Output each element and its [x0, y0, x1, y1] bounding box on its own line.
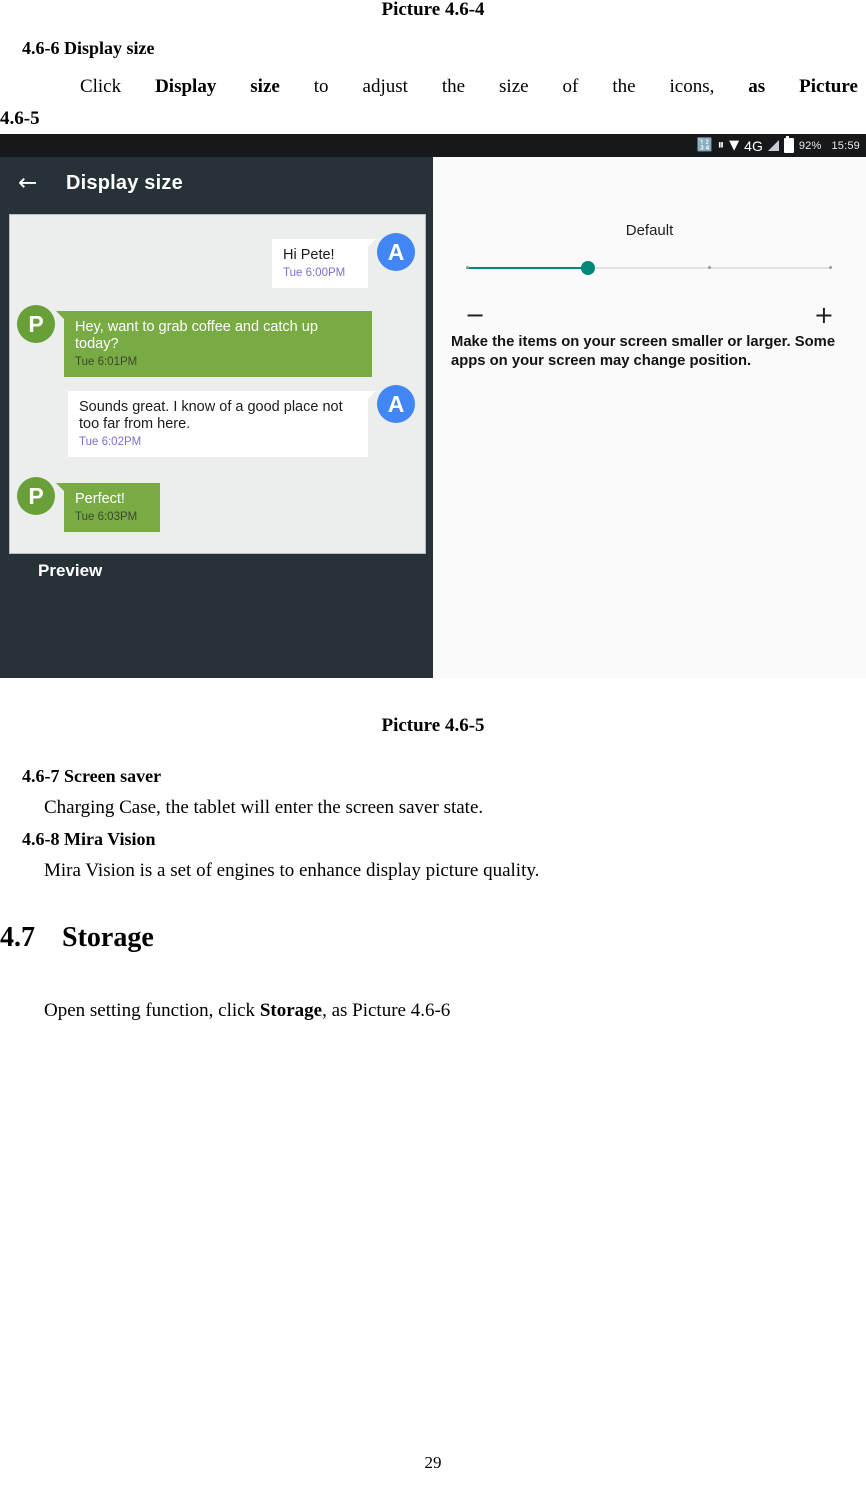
paragraph-storage: Open setting function, click Storage, as…	[0, 996, 866, 1026]
bubble-tail-icon	[367, 391, 376, 400]
slider-tick-3[interactable]	[829, 266, 832, 269]
chat-timestamp: Tue 6:03PM	[75, 511, 138, 523]
word-icons: icons,	[669, 76, 715, 97]
size-value-label: Default	[625, 222, 674, 239]
preview-panel: Hi Pete! Tue 6:00PM A P Hey, want to gra…	[0, 209, 433, 678]
word-the-1: the	[441, 76, 466, 97]
status-bar: 🔢 ⏸ ▼ 4G 92% 15:59	[0, 134, 866, 157]
word-display: Display	[155, 76, 217, 97]
preview-label: Preview	[38, 561, 103, 580]
heading-4-6-6: 4.6-6 Display size	[22, 38, 155, 58]
vibrate-icon: ⏸	[717, 138, 725, 153]
chat-message-text: Sounds great. I know of a good place not…	[79, 399, 343, 432]
slider-thumb[interactable]	[581, 261, 595, 275]
bubble-tail-icon	[56, 311, 65, 320]
storage-text-post: , as Picture 4.6-6	[322, 1000, 451, 1021]
figure-caption-top: Picture 4.6-4	[381, 0, 485, 20]
bubble-tail-icon	[367, 239, 376, 248]
chat-row-1: Hi Pete! Tue 6:00PM A	[272, 233, 415, 288]
battery-icon	[783, 136, 794, 153]
storage-text-pre: Open setting function, click	[44, 1000, 260, 1021]
chat-message-text: Perfect!	[75, 491, 125, 507]
paragraph-mira-vision: Mira Vision is a set of engines to enhan…	[44, 860, 540, 881]
chat-row-3: Sounds great. I know of a good place not…	[68, 385, 415, 457]
paragraph-display-size-line1: Click Display size to adjust the size of…	[0, 70, 858, 104]
word-click: Click	[79, 76, 122, 97]
back-arrow-icon[interactable]: ←	[18, 171, 52, 195]
avatar-initial: P	[28, 310, 44, 337]
paragraph-display-size-line2: 4.6-5	[0, 108, 40, 129]
decrease-size-button[interactable]: −	[465, 303, 485, 327]
settings-description: Make the items on your screen smaller or…	[451, 334, 836, 369]
chat-timestamp: Tue 6:00PM	[283, 267, 346, 279]
word-the-2: the	[612, 76, 636, 97]
word-adjust: adjust	[362, 76, 408, 97]
chat-bubble-2: Hey, want to grab coffee and catch up to…	[56, 311, 372, 377]
toolbar-right-filler	[433, 157, 866, 209]
storage-text-bold: Storage	[259, 1000, 323, 1021]
chat-timestamp: Tue 6:01PM	[75, 356, 138, 368]
avatar: A	[377, 385, 415, 423]
slider-fill	[466, 267, 588, 269]
word-size-2: size	[499, 76, 529, 97]
display-size-settings-panel: Default − + Make the items on your scree…	[433, 209, 866, 678]
increase-size-button[interactable]: +	[814, 303, 834, 327]
figure-caption-bottom: Picture 4.6-5	[381, 715, 485, 736]
page-title: Display size	[66, 171, 183, 194]
chat-preview-area: Hi Pete! Tue 6:00PM A P Hey, want to gra…	[9, 214, 426, 554]
word-of: of	[562, 76, 579, 97]
avatar-initial: P	[28, 482, 44, 509]
bubble-tail-icon	[56, 483, 65, 492]
heading-4-7-title: Storage	[62, 922, 154, 953]
chat-bubble-1: Hi Pete! Tue 6:00PM	[272, 239, 376, 288]
chat-bubble-3: Sounds great. I know of a good place not…	[68, 391, 376, 457]
heading-4-7: 4.7 Storage	[0, 922, 866, 954]
clock-label: 15:59	[831, 139, 860, 152]
word-size: size	[250, 76, 280, 97]
battery-percent-label: 92%	[798, 139, 822, 152]
avatar-initial: A	[387, 238, 405, 265]
word-as: as	[748, 76, 766, 97]
display-size-slider[interactable]	[466, 259, 832, 277]
chat-message-text: Hi Pete!	[283, 247, 335, 263]
chat-bubble-4: Perfect! Tue 6:03PM	[56, 483, 160, 532]
chat-timestamp: Tue 6:02PM	[79, 436, 142, 448]
paragraph-screen-saver: Charging Case, the tablet will enter the…	[44, 797, 484, 818]
chat-row-4: P Perfect! Tue 6:03PM	[17, 477, 160, 532]
signal-bars-icon	[767, 140, 779, 151]
word-to: to	[313, 76, 329, 97]
chat-row-2: P Hey, want to grab coffee and catch up …	[17, 305, 372, 377]
network-type-label: 4G	[744, 137, 763, 154]
page-number: 29	[424, 1453, 442, 1472]
document-page: Picture 4.6-4 4.6-6 Display size Click D…	[0, 0, 866, 1472]
avatar: P	[17, 477, 55, 515]
app-toolbar: ← Display size	[0, 157, 433, 209]
slider-tick-0[interactable]	[466, 266, 469, 269]
heading-4-7-number: 4.7	[0, 922, 35, 953]
wifi-icon: ▼	[729, 138, 740, 153]
tablet-screenshot: 🔢 ⏸ ▼ 4G 92% 15:59 ← Display size Hi Pet…	[0, 134, 866, 678]
avatar: A	[377, 233, 415, 271]
word-picture: Picture	[799, 76, 858, 97]
avatar: P	[17, 305, 55, 343]
avatar-initial: A	[387, 390, 405, 417]
bluetooth-icon: 🔢	[696, 138, 713, 153]
chat-message-text: Hey, want to grab coffee and catch up to…	[75, 319, 318, 352]
slider-tick-2[interactable]	[708, 266, 711, 269]
heading-4-6-8: 4.6-8 Mira Vision	[22, 829, 156, 849]
heading-4-6-7: 4.6-7 Screen saver	[22, 766, 162, 786]
